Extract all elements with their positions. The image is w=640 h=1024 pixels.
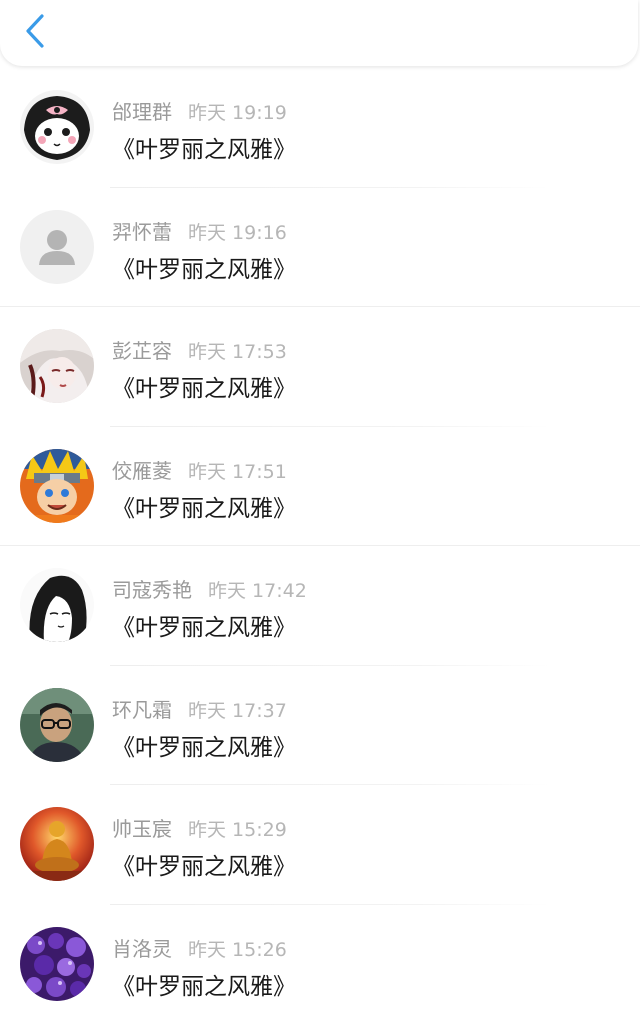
message-list: 邰理群昨天 19:19 《叶罗丽之风雅》 羿怀蕾昨天 19:16 《叶罗丽之风雅… [0, 68, 640, 1024]
glasses-man-avatar [20, 688, 94, 762]
message-time: 昨天 15:26 [188, 939, 287, 961]
default-user-avatar [20, 210, 94, 284]
message-text: 《叶罗丽之风雅》 [112, 728, 296, 762]
naruto-avatar [20, 449, 94, 523]
message-time: 昨天 17:37 [188, 700, 287, 722]
sender-name: 肖洛灵 [112, 937, 172, 961]
message-text: 《叶罗丽之风雅》 [112, 489, 296, 523]
purple-beads-avatar [20, 927, 94, 1001]
message-meta: 佼雁菱昨天 17:51 [112, 455, 287, 484]
message-time: 昨天 19:16 [188, 222, 287, 244]
message-text: 《叶罗丽之风雅》 [112, 847, 296, 881]
message-item[interactable]: 佼雁菱昨天 17:51 《叶罗丽之风雅》 [0, 427, 640, 547]
message-text: 《叶罗丽之风雅》 [112, 130, 296, 164]
message-item[interactable]: 彭芷容昨天 17:53 《叶罗丽之风雅》 [0, 307, 640, 427]
message-item[interactable]: 帅玉宸昨天 15:29 《叶罗丽之风雅》 [0, 785, 640, 905]
message-item[interactable]: 肖洛灵昨天 15:26 《叶罗丽之风雅》 [0, 905, 640, 1024]
kuromi-avatar [20, 90, 94, 164]
message-meta: 彭芷容昨天 17:53 [112, 335, 287, 364]
top-bar [0, 0, 638, 66]
back-button[interactable] [18, 12, 52, 50]
message-item[interactable]: 环凡霜昨天 17:37 《叶罗丽之风雅》 [0, 666, 640, 786]
sender-name: 司寇秀艳 [112, 578, 192, 602]
message-item[interactable]: 司寇秀艳昨天 17:42 《叶罗丽之风雅》 [0, 546, 640, 666]
message-text: 《叶罗丽之风雅》 [112, 608, 296, 642]
message-meta: 羿怀蕾昨天 19:16 [112, 216, 287, 245]
message-meta: 司寇秀艳昨天 17:42 [112, 574, 307, 603]
sketch-girl-avatar [20, 568, 94, 642]
message-meta: 肖洛灵昨天 15:26 [112, 933, 287, 962]
sender-name: 佼雁菱 [112, 459, 172, 483]
message-text: 《叶罗丽之风雅》 [112, 250, 296, 284]
message-meta: 环凡霜昨天 17:37 [112, 694, 287, 723]
sender-name: 彭芷容 [112, 339, 172, 363]
sender-name: 帅玉宸 [112, 817, 172, 841]
chevron-left-icon [24, 13, 46, 49]
message-time: 昨天 17:51 [188, 461, 287, 483]
sender-name: 邰理群 [112, 100, 172, 124]
message-meta: 帅玉宸昨天 15:29 [112, 813, 287, 842]
message-time: 昨天 15:29 [188, 819, 287, 841]
sender-name: 羿怀蕾 [112, 220, 172, 244]
message-item[interactable]: 邰理群昨天 19:19 《叶罗丽之风雅》 [0, 68, 640, 188]
message-time: 昨天 17:42 [208, 580, 307, 602]
message-item[interactable]: 羿怀蕾昨天 19:16 《叶罗丽之风雅》 [0, 188, 640, 308]
message-text: 《叶罗丽之风雅》 [112, 369, 296, 403]
anime-girl-avatar [20, 329, 94, 403]
sender-name: 环凡霜 [112, 698, 172, 722]
message-time: 昨天 19:19 [188, 102, 287, 124]
buddha-avatar [20, 807, 94, 881]
message-time: 昨天 17:53 [188, 341, 287, 363]
message-meta: 邰理群昨天 19:19 [112, 96, 287, 125]
message-text: 《叶罗丽之风雅》 [112, 967, 296, 1001]
